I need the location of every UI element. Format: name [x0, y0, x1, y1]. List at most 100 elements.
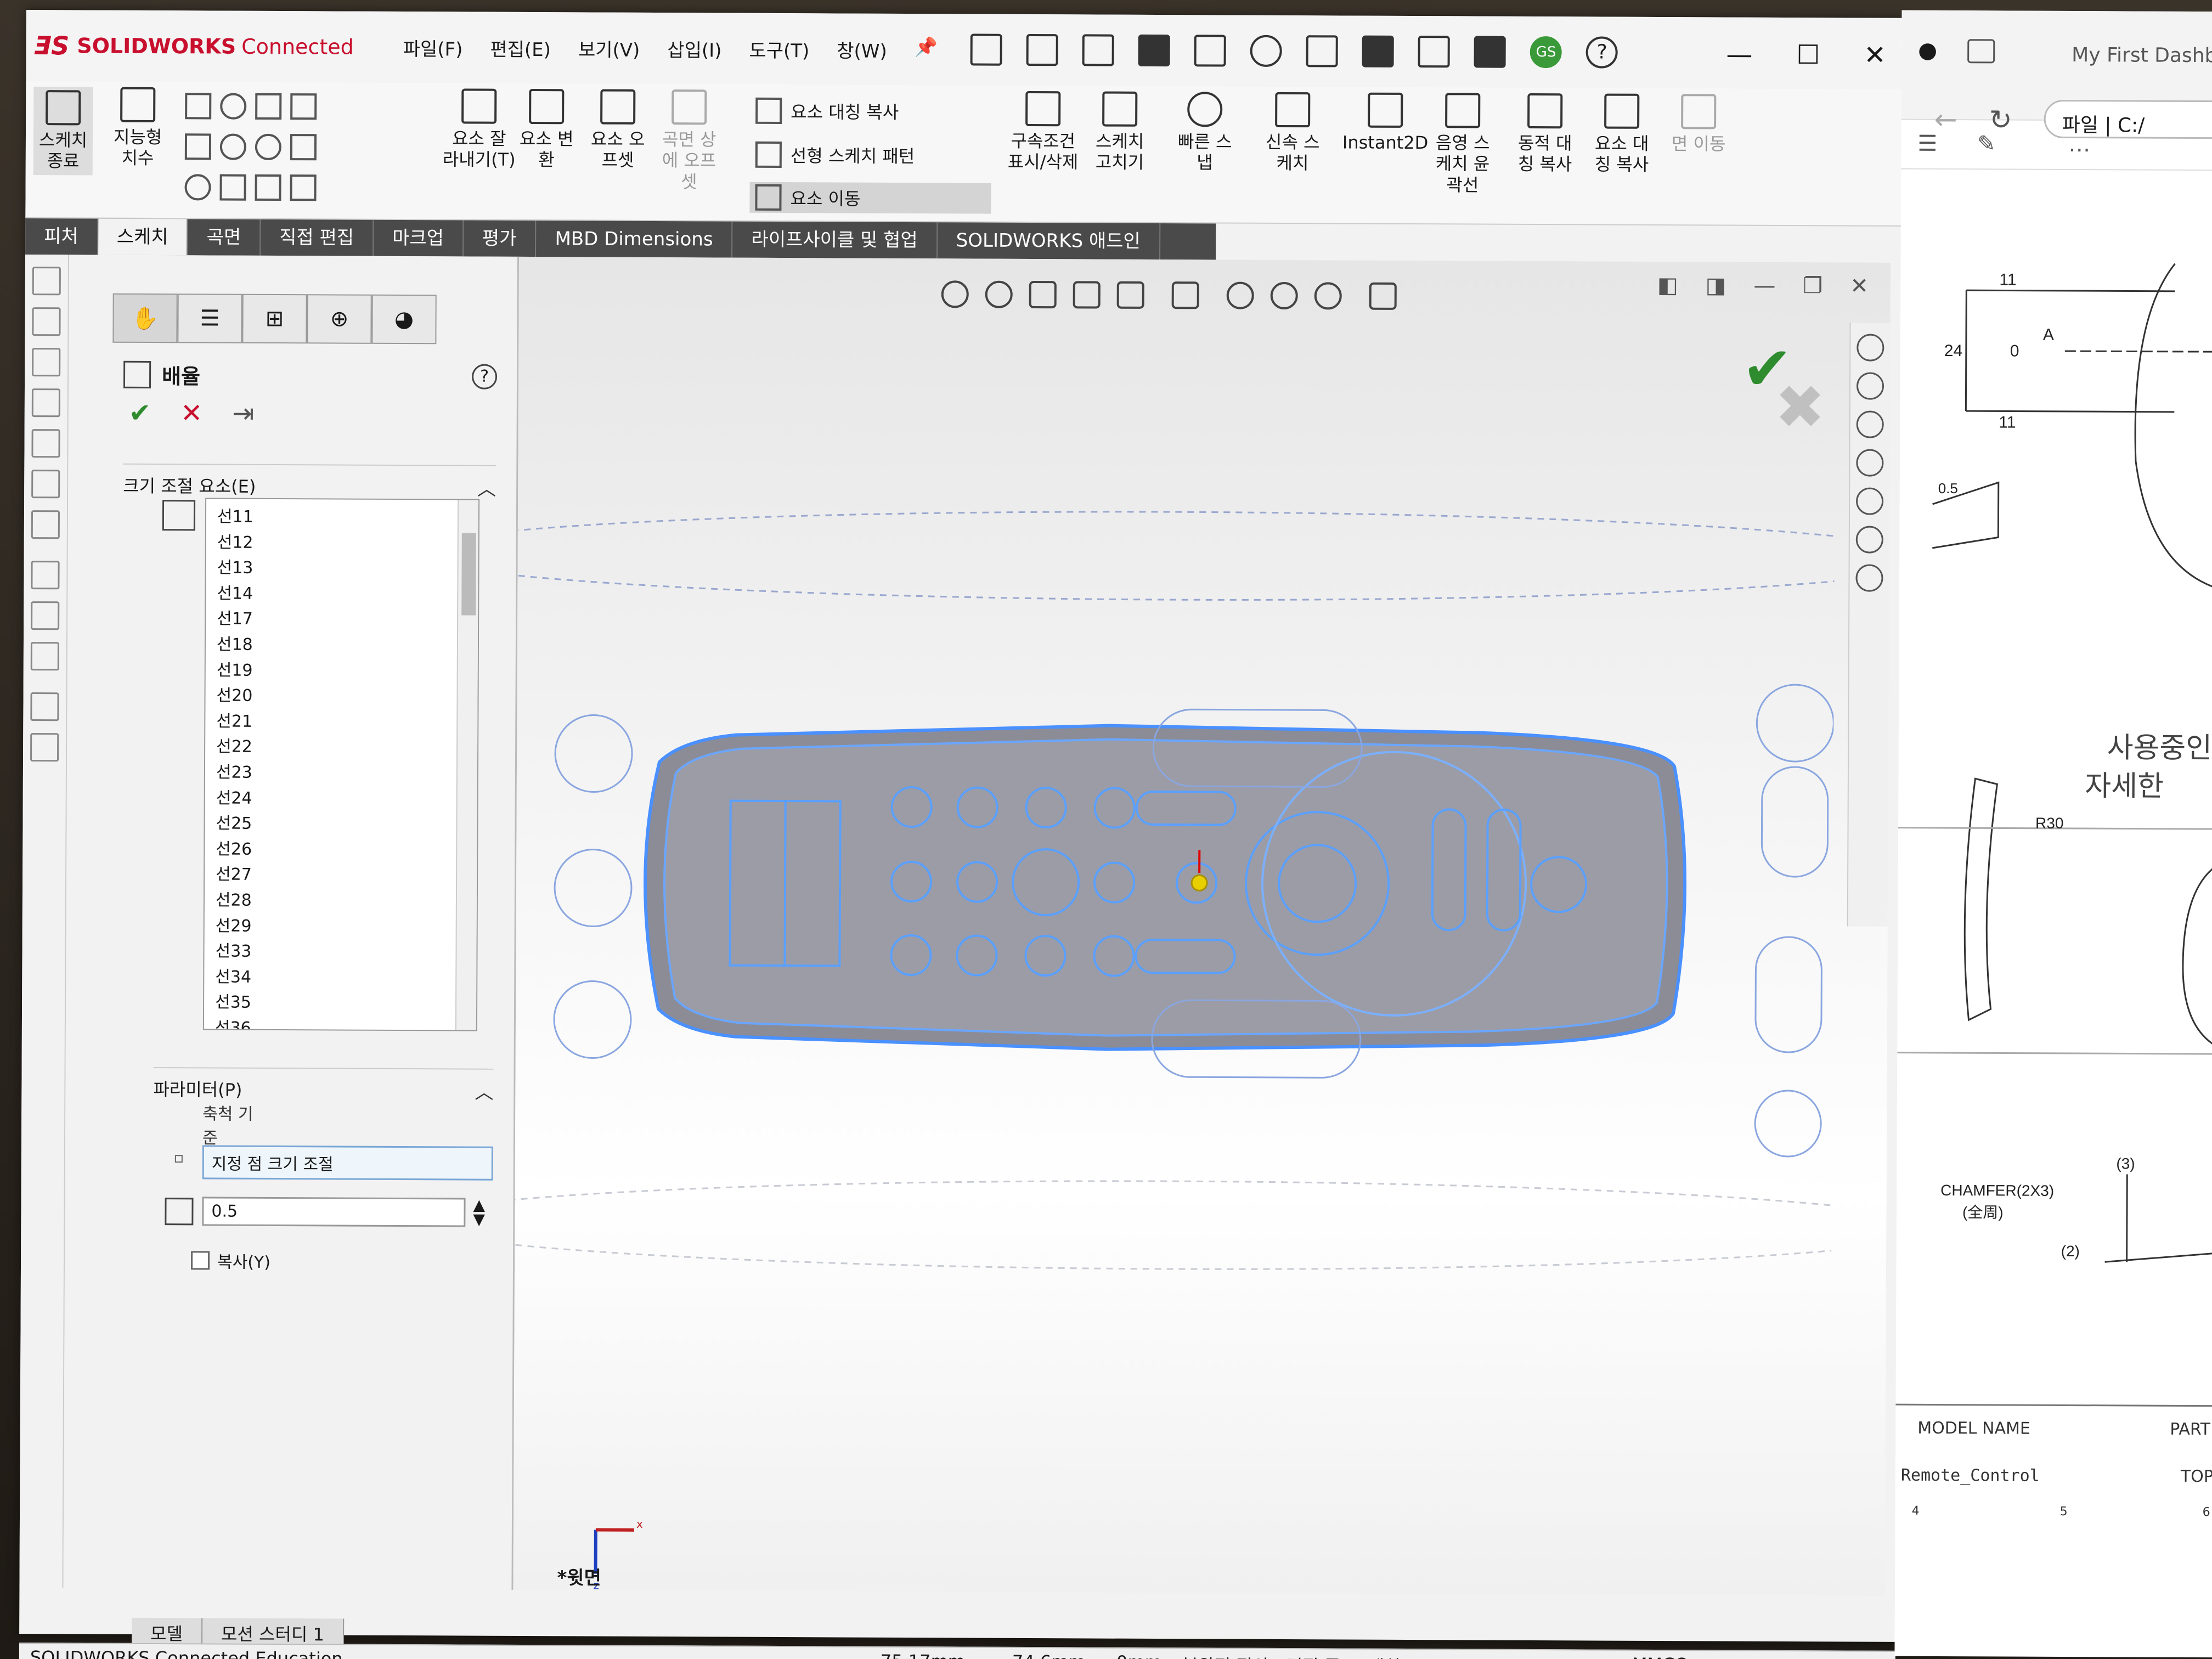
command-prompt-icon[interactable] — [1474, 36, 1506, 68]
graphics-area[interactable]: ◧ ◨ — ❐ ✕ ✔ ✖ x z *윗면 — [513, 256, 1891, 1596]
tab-evaluate[interactable]: 평가 — [463, 220, 537, 257]
viewport-close-icon[interactable]: ✕ — [1850, 274, 1869, 299]
line-icon[interactable] — [185, 93, 212, 120]
scale-factor-input[interactable]: 0.5 — [202, 1197, 466, 1227]
trim-button[interactable]: 요소 잘 라내기(T) — [443, 88, 516, 170]
point-icon[interactable] — [290, 174, 317, 201]
back-arrow-icon[interactable]: ← — [1934, 104, 1957, 136]
scale-factor-spinner[interactable]: ▲ ▼ — [473, 1196, 485, 1228]
menu-window[interactable]: 창(W) — [837, 36, 887, 63]
convert-entities-button[interactable]: 요소 변 환 — [520, 89, 574, 171]
view-right-icon[interactable] — [31, 429, 60, 458]
menu-tools[interactable]: 도구(T) — [749, 35, 809, 62]
exit-sketch-button[interactable]: 스케치 종료 — [33, 87, 93, 176]
collapse-caret-2-icon[interactable]: ︿ — [475, 1077, 493, 1104]
tab-features[interactable]: 피처 — [25, 218, 98, 255]
layers-icon[interactable] — [30, 692, 59, 721]
entity-list-item[interactable]: 선20 — [216, 684, 477, 710]
sketch-tool-icon[interactable] — [31, 601, 60, 630]
view-front-icon[interactable] — [32, 307, 61, 336]
entity-list-item[interactable]: 선27 — [216, 862, 477, 889]
collapse-caret-icon[interactable]: ︿ — [477, 474, 496, 501]
entity-list-item[interactable]: 선23 — [216, 760, 477, 787]
copy-checkbox-box[interactable] — [190, 1251, 210, 1270]
parameters-section-header[interactable]: 파라미터(P) ︿ — [153, 1067, 494, 1104]
view-cube-icon[interactable] — [32, 267, 61, 296]
entities-list[interactable]: 선11 선12 선13 선14 선17 선18 선19 선20 선21 선22 선23 선24 선25 선… — [202, 498, 480, 1031]
help-icon[interactable]: ? — [1585, 36, 1618, 69]
sketch-canvas[interactable] — [513, 257, 1836, 1579]
scale-about-select[interactable]: 지정 점 크기 조절 — [202, 1145, 493, 1181]
repair-sketch-button[interactable]: 스케치 고치기 — [1096, 91, 1144, 173]
tab-direct-editing[interactable]: 직접 편집 — [261, 219, 374, 256]
entity-list-item[interactable]: 선26 — [216, 837, 477, 864]
entity-list-item[interactable]: 선34 — [215, 964, 476, 991]
entity-list-item[interactable]: 선21 — [216, 709, 477, 736]
home-icon[interactable] — [970, 33, 1003, 66]
new-document-icon[interactable] — [1026, 33, 1059, 66]
entity-list-item[interactable]: 선13 — [217, 556, 478, 583]
save-icon[interactable] — [1138, 34, 1171, 67]
file-properties-icon[interactable] — [1418, 36, 1451, 68]
arc-icon[interactable] — [219, 133, 247, 160]
select-cursor-icon[interactable] — [1306, 35, 1339, 67]
select-tool-icon[interactable] — [31, 561, 60, 590]
polygon-icon[interactable] — [219, 174, 246, 201]
property-manager-tab-icon[interactable]: ☰ — [177, 294, 242, 343]
appearances-icon[interactable] — [1856, 487, 1884, 515]
view-left-icon[interactable] — [31, 388, 60, 417]
view-top-icon[interactable] — [31, 470, 60, 499]
scale-origin-point[interactable] — [1190, 874, 1208, 891]
move-entities-button[interactable]: 요소 이동 — [749, 182, 991, 214]
move-face-button[interactable]: 면 이동 — [1672, 94, 1726, 155]
solidworks-resources-icon[interactable] — [1857, 334, 1884, 362]
smart-dimension-button[interactable]: 지능형 치수 — [114, 87, 162, 169]
tab-actions-icon[interactable] — [1967, 39, 1995, 64]
menu-view[interactable]: 보기(V) — [578, 35, 640, 61]
copy-checkbox[interactable]: 복사(Y) — [190, 1248, 270, 1273]
mirror-entities-button[interactable]: 요소 대칭 복사 — [755, 97, 899, 125]
panel-help-icon[interactable]: ? — [471, 364, 498, 390]
file-explorer-icon[interactable] — [1856, 410, 1884, 438]
print-icon[interactable] — [1194, 35, 1227, 67]
entity-list-item[interactable]: 선33 — [215, 939, 476, 966]
tab-mbd-dimensions[interactable]: MBD Dimensions — [536, 221, 733, 258]
slot-icon[interactable] — [184, 174, 211, 201]
tab-sketch[interactable]: 스케치 — [98, 218, 188, 256]
entity-list-item[interactable]: 선18 — [217, 632, 478, 659]
dimxpert-tab-icon[interactable]: ⊕ — [307, 294, 372, 344]
minimize-icon[interactable]: — — [1726, 40, 1752, 70]
feature-manager-tab-icon[interactable]: ✋ — [112, 293, 178, 343]
text-icon[interactable] — [290, 134, 317, 161]
mirror-entities-2-button[interactable]: 요소 대 칭 복사 — [1595, 93, 1649, 175]
open-folder-icon[interactable] — [1082, 34, 1115, 66]
menu-file[interactable]: 파일(F) — [403, 33, 463, 60]
cancel-button[interactable]: ✕ — [180, 398, 202, 428]
keep-visible-pin-icon[interactable]: ⇥ — [232, 398, 254, 429]
entity-list-item[interactable]: 선36 — [215, 1015, 476, 1031]
menu-insert[interactable]: 삽입(I) — [667, 35, 721, 62]
3d-content-icon[interactable] — [1855, 564, 1883, 592]
entity-list-item[interactable]: 선19 — [217, 658, 478, 685]
entity-list-item[interactable]: 선28 — [216, 888, 477, 915]
instant2d-button[interactable]: Instant2D — [1342, 92, 1429, 153]
ok-button[interactable]: ✔ — [129, 398, 151, 428]
tab-lifecycle[interactable]: 라이프사이클 및 협업 — [732, 221, 938, 259]
entity-list-item[interactable]: 선24 — [216, 786, 477, 812]
layers-2-icon[interactable] — [30, 733, 59, 762]
custom-properties-icon[interactable] — [1855, 526, 1883, 554]
refresh-icon[interactable]: ↻ — [1989, 104, 2012, 136]
scrollbar-thumb[interactable] — [461, 533, 476, 616]
view-back-icon[interactable] — [32, 348, 61, 377]
linear-pattern-button[interactable]: 선형 스케치 패턴 — [755, 141, 915, 168]
offset-button[interactable]: 요소 오 프셋 — [591, 89, 645, 171]
address-bar[interactable]: 파일 | C:/ — [2044, 99, 2212, 139]
rapid-sketch-button[interactable]: 신속 스 케치 — [1266, 92, 1320, 174]
plane-icon[interactable] — [290, 93, 317, 120]
entity-list-item[interactable]: 선29 — [216, 913, 477, 940]
close-icon[interactable]: ✕ — [1864, 40, 1886, 71]
configuration-manager-tab-icon[interactable]: ⊞ — [242, 294, 307, 344]
menu-edit[interactable]: 편집(E) — [490, 34, 551, 61]
pin-icon[interactable]: 📌 — [915, 36, 938, 63]
entity-list-item[interactable]: 선35 — [215, 990, 476, 1017]
